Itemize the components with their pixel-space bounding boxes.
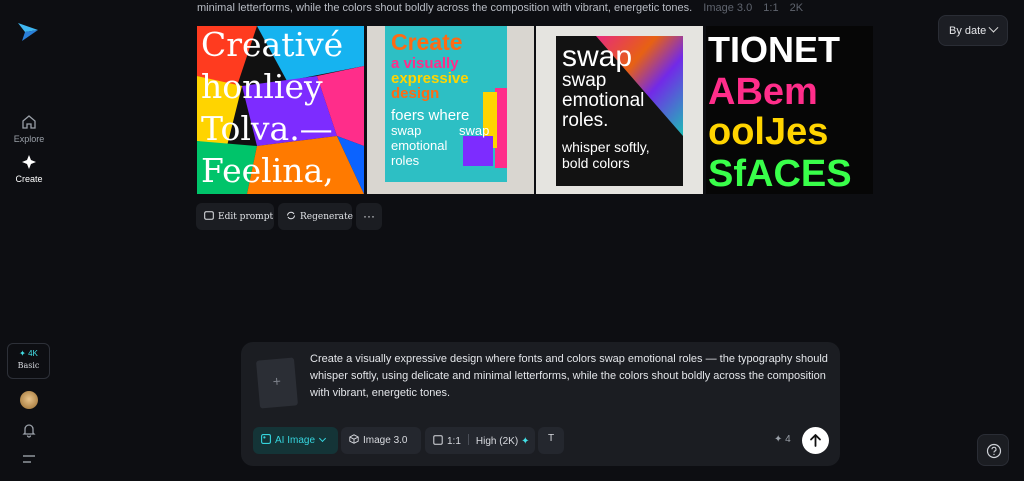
sort-label: By date bbox=[949, 25, 987, 37]
caption-model: Image 3.0 bbox=[703, 2, 753, 14]
plan-resolution: ✦ 4K bbox=[19, 349, 38, 358]
image-3-line-1: swap bbox=[562, 40, 632, 73]
caption-text: minimal letterforms, while the colors sh… bbox=[197, 2, 693, 14]
sidebar: Explore Create ✦ 4K Basic bbox=[0, 0, 58, 481]
image-2-line-4: design bbox=[391, 85, 439, 102]
image-2-line-9: roles bbox=[391, 153, 420, 168]
caption-ratio: 1:1 bbox=[763, 2, 779, 14]
prompt-input[interactable]: Create a visually expressive design wher… bbox=[310, 351, 830, 402]
image-3-line-4: roles. bbox=[562, 110, 608, 131]
edit-prompt-button[interactable]: Edit prompt bbox=[196, 203, 274, 230]
generated-image-4[interactable]: TIONET ABem oolJes SfACES bbox=[706, 26, 873, 194]
more-icon: ··· bbox=[363, 209, 375, 223]
size-quality-selector[interactable]: 1:1 High (2K) ✦ bbox=[425, 427, 535, 454]
avatar[interactable] bbox=[20, 391, 38, 409]
add-reference-image[interactable]: + bbox=[255, 357, 299, 409]
bell-icon[interactable] bbox=[21, 422, 37, 438]
menu-icon[interactable] bbox=[21, 453, 37, 465]
image-3-line-6: bold colors bbox=[562, 155, 630, 171]
plan-badge[interactable]: ✦ 4K Basic bbox=[7, 343, 50, 379]
image-1-line-4: Feelina, bbox=[201, 151, 334, 190]
image-2-line-8: emotional bbox=[391, 138, 447, 153]
image-1-art: Creativé honliey Tolva.— Feelina, bbox=[197, 26, 364, 194]
aspect-ratio-icon bbox=[433, 435, 443, 445]
more-options-button[interactable]: ··· bbox=[356, 203, 382, 230]
generated-image-1[interactable]: Creativé honliey Tolva.— Feelina, bbox=[197, 26, 364, 194]
caption-res: 2K bbox=[789, 2, 804, 14]
model-label: Image 3.0 bbox=[363, 435, 408, 446]
image-4-art: TIONET ABem oolJes SfACES bbox=[706, 26, 873, 194]
mode-label: AI Image bbox=[275, 435, 316, 446]
nav-explore-label: Explore bbox=[13, 134, 45, 144]
plan-tier: Basic bbox=[17, 361, 40, 370]
model-selector[interactable]: Image 3.0 bbox=[341, 427, 421, 454]
edit-prompt-label: Edit prompt bbox=[218, 212, 274, 222]
image-mode-icon bbox=[261, 434, 271, 444]
credit-cost: ✦ 4 bbox=[774, 434, 791, 445]
home-icon bbox=[22, 115, 36, 129]
image-3-line-3: emotional bbox=[562, 90, 644, 111]
image-1-line-3: Tolva.— bbox=[201, 109, 333, 148]
nav-create[interactable]: Create bbox=[0, 154, 58, 184]
regenerate-button[interactable]: Regenerate bbox=[278, 203, 353, 230]
image-1-line-1: Creativé bbox=[201, 26, 343, 64]
chevron-down-icon bbox=[988, 22, 999, 33]
generated-image-2[interactable]: Create a visually expressive design foer… bbox=[367, 26, 534, 194]
help-button[interactable] bbox=[977, 434, 1009, 466]
generated-image-3[interactable]: swap swap emotional roles. whisper softl… bbox=[536, 26, 703, 194]
help-icon bbox=[986, 443, 1002, 459]
arrow-up-icon bbox=[810, 434, 821, 447]
regenerate-label: Regenerate bbox=[300, 212, 353, 222]
nav-create-label: Create bbox=[15, 174, 43, 184]
quality-label: High (2K) bbox=[475, 436, 519, 447]
image-2-line-7: swap bbox=[459, 123, 489, 138]
plus-icon: + bbox=[272, 372, 282, 390]
image-2-line-1: Create bbox=[391, 29, 463, 55]
image-4-line-1: TIONET bbox=[708, 29, 840, 70]
image-3-art: swap swap emotional roles. whisper softl… bbox=[536, 26, 703, 194]
sparkle-icon: ✦ bbox=[521, 436, 530, 447]
image-2-art: Create a visually expressive design foer… bbox=[367, 26, 534, 194]
logo-icon[interactable] bbox=[16, 20, 40, 42]
text-style-button[interactable]: T bbox=[538, 427, 564, 454]
image-2-line-5: foers where bbox=[391, 107, 469, 124]
mode-selector[interactable]: AI Image bbox=[253, 427, 338, 454]
image-3-line-5: whisper softly, bbox=[561, 139, 650, 155]
generate-button[interactable] bbox=[802, 427, 829, 454]
image-2-line-6: swap bbox=[391, 123, 421, 138]
prompt-panel: + Create a visually expressive design wh… bbox=[241, 342, 840, 466]
generation-caption: minimal letterforms, while the colors sh… bbox=[197, 2, 803, 14]
chevron-down-icon bbox=[318, 434, 327, 443]
ratio-label: 1:1 bbox=[447, 436, 461, 447]
text-tool-icon: T bbox=[547, 433, 555, 444]
image-4-line-3: oolJes bbox=[708, 111, 828, 153]
sort-dropdown[interactable]: By date bbox=[938, 15, 1008, 46]
image-3-line-2: swap bbox=[562, 70, 606, 91]
image-1-line-2: honliey bbox=[201, 67, 323, 106]
refresh-icon bbox=[287, 211, 295, 220]
divider bbox=[467, 434, 469, 445]
sparkle-icon bbox=[22, 155, 36, 169]
edit-icon bbox=[204, 211, 214, 220]
cube-icon bbox=[349, 434, 359, 444]
image-4-line-2: ABem bbox=[708, 71, 818, 113]
nav-explore[interactable]: Explore bbox=[0, 114, 58, 144]
image-4-line-4: SfACES bbox=[708, 153, 852, 194]
